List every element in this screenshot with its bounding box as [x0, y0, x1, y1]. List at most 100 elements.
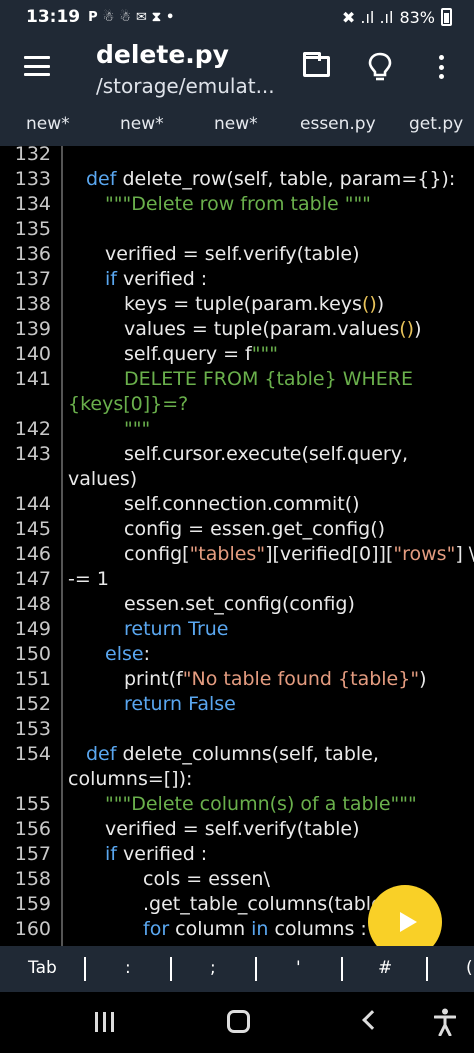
- code-token: values): [68, 468, 138, 490]
- key-semicolon[interactable]: ;: [210, 958, 216, 978]
- key-separator: [170, 957, 172, 981]
- code-token: for: [143, 918, 176, 940]
- tab-essen-py[interactable]: essen.py: [300, 114, 376, 134]
- key-open-paren[interactable]: (: [466, 958, 473, 978]
- menu-icon[interactable]: [24, 56, 50, 76]
- code-line[interactable]: 157 if verified :: [0, 842, 474, 867]
- code-text: .get_table_columns(table): [143, 892, 390, 917]
- code-editor[interactable]: 132 133 def delete_row(self, table, param=…: [0, 146, 474, 946]
- code-line[interactable]: 134 """Delete row from table """: [0, 192, 474, 217]
- code-text: self.query = f""": [124, 342, 278, 367]
- code-token: self.connection.commit(): [124, 493, 360, 515]
- folder-icon[interactable]: [303, 52, 330, 77]
- code-text: """: [124, 417, 150, 442]
- notification-icon: ✉: [135, 9, 147, 25]
- code-token: """Delete row from table """: [105, 193, 371, 215]
- line-number: 144: [14, 493, 51, 515]
- code-line[interactable]: 139 values = tuple(param.values()): [0, 317, 474, 342]
- line-number: 154: [14, 743, 51, 765]
- code-line[interactable]: 149 return True: [0, 617, 474, 642]
- code-line[interactable]: 142 """: [0, 417, 474, 442]
- home-icon[interactable]: [227, 1010, 250, 1033]
- key-tab[interactable]: Tab: [28, 958, 57, 978]
- code-token: verified :: [123, 268, 208, 290]
- code-line[interactable]: 136 verified = self.verify(table): [0, 242, 474, 267]
- code-text: -= 1: [68, 567, 109, 592]
- code-line[interactable]: 143 self.cursor.execute(self.query,: [0, 442, 474, 467]
- tab-new-2[interactable]: new*: [120, 114, 164, 134]
- code-token: def: [86, 743, 123, 765]
- tab-get-py[interactable]: get.py: [409, 114, 463, 134]
- code-token: verified = self.verify(table): [105, 243, 360, 265]
- code-line[interactable]: values): [0, 467, 474, 492]
- code-line[interactable]: 156 verified = self.verify(table): [0, 817, 474, 842]
- code-line[interactable]: 132: [0, 146, 474, 167]
- code-line[interactable]: columns=[]):: [0, 767, 474, 792]
- code-text: return True: [124, 617, 229, 642]
- code-text: verified = self.verify(table): [105, 242, 360, 267]
- key-apostrophe[interactable]: ': [296, 958, 301, 978]
- line-number: 157: [14, 843, 51, 865]
- tab-new-3[interactable]: new*: [214, 114, 258, 134]
- code-token: self.query = f: [124, 343, 252, 365]
- code-token: ] \: [455, 543, 474, 565]
- code-line[interactable]: 152 return False: [0, 692, 474, 717]
- code-line[interactable]: 141 DELETE FROM {table} WHERE: [0, 367, 474, 392]
- line-number: 148: [14, 593, 51, 615]
- code-line[interactable]: 144 self.connection.commit(): [0, 492, 474, 517]
- lightbulb-icon[interactable]: [367, 52, 393, 82]
- key-separator: [341, 957, 343, 981]
- accessibility-icon[interactable]: [434, 1008, 456, 1036]
- key-colon[interactable]: :: [125, 958, 131, 978]
- code-text: def delete_row(self, table, param={}):: [86, 167, 455, 192]
- line-number: 156: [14, 818, 51, 840]
- code-line[interactable]: 148 essen.set_config(config): [0, 592, 474, 617]
- recents-icon[interactable]: [95, 1012, 114, 1032]
- code-token: ): [376, 293, 385, 315]
- code-line[interactable]: 137 if verified :: [0, 267, 474, 292]
- line-number: 155: [14, 793, 51, 815]
- code-text: config = essen.get_config(): [124, 517, 385, 542]
- code-token: "tables": [189, 543, 266, 565]
- key-separator: [84, 957, 86, 981]
- code-line[interactable]: 153: [0, 717, 474, 742]
- code-token: """: [124, 418, 151, 440]
- line-number: 153: [14, 718, 51, 740]
- line-number: 159: [14, 893, 51, 915]
- code-text: print(f"No table found {table}"): [124, 667, 426, 692]
- line-number: 143: [14, 443, 51, 465]
- back-icon[interactable]: [362, 1010, 382, 1030]
- code-text: if verified :: [105, 267, 207, 292]
- code-line[interactable]: 138 keys = tuple(param.keys()): [0, 292, 474, 317]
- key-separator: [255, 957, 257, 981]
- code-line[interactable]: 154 def delete_columns(self, table,: [0, 742, 474, 767]
- line-number: 139: [14, 318, 51, 340]
- code-text: values): [68, 467, 137, 492]
- more-options-icon[interactable]: [437, 55, 445, 79]
- code-line[interactable]: 140 self.query = f""": [0, 342, 474, 367]
- line-number: 145: [14, 518, 51, 540]
- code-line[interactable]: 147 -= 1: [0, 567, 474, 592]
- code-token: "rows": [393, 543, 456, 565]
- code-line[interactable]: 135: [0, 217, 474, 242]
- line-number: 147: [14, 568, 51, 590]
- code-token: delete_row(self, table, param={}):: [122, 168, 456, 190]
- key-hash[interactable]: #: [378, 958, 392, 978]
- code-token: ): [419, 668, 427, 690]
- line-number: 158: [14, 868, 51, 890]
- code-text: self.cursor.execute(self.query,: [124, 442, 408, 467]
- code-token: return True: [124, 618, 229, 640]
- code-line[interactable]: 155 """Delete column(s) of a table""": [0, 792, 474, 817]
- line-number: 146: [14, 543, 51, 565]
- tab-new-1[interactable]: new*: [26, 114, 70, 134]
- code-line[interactable]: 133 def delete_row(self, table, param={})…: [0, 167, 474, 192]
- code-text: """Delete row from table """: [105, 192, 371, 217]
- code-line[interactable]: {keys[0]}=?: [0, 392, 474, 417]
- line-number: 140: [14, 343, 51, 365]
- code-token: essen.set_config(config): [124, 593, 355, 615]
- code-line[interactable]: 146 config["tables"][verified[0]]["rows"]…: [0, 542, 474, 567]
- code-line[interactable]: 151 print(f"No table found {table}"): [0, 667, 474, 692]
- code-line[interactable]: 150 else:: [0, 642, 474, 667]
- line-number: 149: [14, 618, 51, 640]
- code-line[interactable]: 145 config = essen.get_config(): [0, 517, 474, 542]
